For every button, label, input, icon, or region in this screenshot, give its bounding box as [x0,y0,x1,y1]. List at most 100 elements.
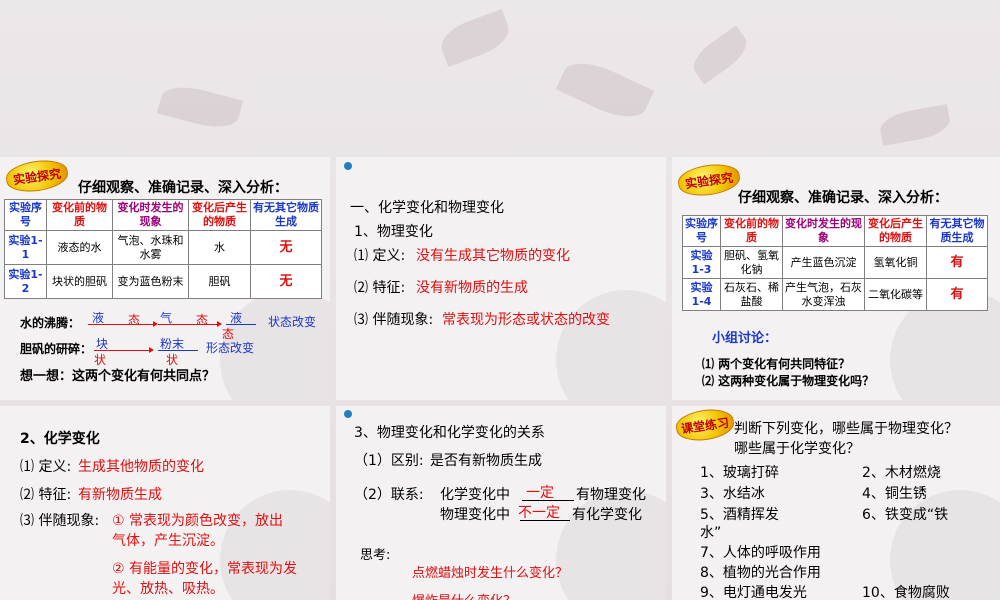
exercise-item: 7、人体的呼吸作用 [700,545,821,561]
exercise-item: 6、铁变成“铁 [862,507,949,523]
table-cell: 氢氧化铜 [864,246,927,279]
exercise-item: 1、玻璃打碎 [700,465,779,481]
exercise-item: 4、铜生锈 [862,486,927,502]
link-line-1-pre: 化学变化中 [440,487,510,503]
slide-background-shape [220,490,330,600]
phenomenon-label: ⑶ 伴随现象: [20,513,100,529]
boil-step: 态 [128,313,141,327]
slide-experiment-1[interactable]: 实验探究 仔细观察、准确记录、深入分析： 实验序号 变化前的物质 变化时发生的现… [0,157,330,400]
background-leaf [156,80,244,134]
table-header: 变化前的物质 [720,215,783,247]
table-header: 变化后产生的物质 [864,215,927,247]
boil-label: 水的沸腾： [20,316,81,330]
table-header: 有无其它物质生成 [926,215,988,247]
table-cell: 无 [250,264,322,299]
definition-value: 生成其他物质的变化 [78,459,204,475]
table-cell: 石灰石、稀盐酸 [720,278,783,311]
underline [158,350,198,351]
table-header: 变化时发生的现象 [782,215,865,247]
exercise-item: 9、电灯通电发光 [700,585,807,600]
site-logo [344,162,354,170]
experiment-table: 实验序号 变化前的物质 变化时发生的现象 变化后产生的物质 有无其它物质生成 实… [4,199,322,299]
discussion-question: ⑴ 两个变化有何共同特征？ [702,357,851,371]
slide-exercise[interactable]: 课堂练习 判断下列变化，哪些属于物理变化？ 哪些属于化学变化？ 1、玻璃打碎 2… [672,406,1000,600]
section-title: 一、化学变化和物理变化 [350,200,504,216]
slide-relationship[interactable]: 3、物理变化和化学变化的关系 （1）区别: 是否有新物质生成 （2）联系: 化学… [336,406,666,600]
table-cell: 液态的水 [46,230,113,265]
link-line-2-blank: 不一定 [518,505,560,521]
background-leaf [686,25,754,85]
feature-value: 有新物质生成 [78,487,162,503]
table-header-row: 实验序号 变化前的物质 变化时发生的现象 变化后产生的物质 有无其它物质生成 [4,199,322,231]
table-cell: 实验1-4 [682,278,721,311]
slide-heading: 仔细观察、准确记录、深入分析： [738,190,948,206]
table-cell: 水 [188,230,251,265]
table-cell: 有 [926,246,988,279]
table-header: 变化前的物质 [46,199,113,231]
arrow-icon [158,321,222,327]
background-leaf [555,52,655,128]
table-cell: 二氧化碳等 [864,278,927,311]
subsection-title: 2、化学变化 [20,431,100,447]
phenomenon-text: ② 有能量的变化，常表现为发 [112,561,298,577]
slide-experiment-2[interactable]: 实验探究 仔细观察、准确记录、深入分析： 实验序号 变化前的物质 变化时发生的现… [672,157,1000,400]
phenomenon-label: ⑶ 伴随现象: [354,312,434,328]
feature-value: 没有新物质的生成 [416,280,528,296]
link-line-2-pre: 物理变化中 [440,507,510,523]
feature-label: ⑵ 特征: [354,280,406,296]
table-header: 实验序号 [4,199,47,231]
logo-icon [344,162,352,170]
slide-chemical-change[interactable]: 2、化学变化 ⑴ 定义: 生成其他物质的变化 ⑵ 特征: 有新物质生成 ⑶ 伴随… [0,406,330,600]
exercise-item: 5、酒精挥发 [700,507,779,523]
blank-underline [520,520,570,521]
discussion-title: 小组讨论： [712,331,778,346]
grind-label: 胆矾的研碎： [20,342,93,356]
section-title: 3、物理变化和化学变化的关系 [354,425,545,441]
table-row: 实验1-1 液态的水 气泡、水珠和水雾 水 无 [4,230,322,265]
background-leaf [877,104,953,146]
slide-heading: 仔细观察、准确记录、深入分析： [78,180,288,196]
link-line-2-post: 有化学变化 [572,507,642,523]
table-cell: 产生蓝色沉淀 [782,246,865,279]
definition-value: 没有生成其它物质的变化 [416,248,570,264]
think-question: 爆炸是什么变化？ [412,590,516,600]
experiment-badge: 实验探究 [4,157,70,196]
boil-step: 态 [196,313,209,327]
link-line-1-post: 有物理变化 [576,487,646,503]
link-label: （2）联系: [354,487,424,503]
boil-result: 状态改变 [268,315,317,329]
definition-label: ⑴ 定义: [354,248,406,264]
blank-underline [522,500,574,501]
exercise-item: 3、水结冰 [700,486,765,502]
table-cell: 胆矾 [188,264,251,299]
exercise-item: 8、植物的光合作用 [700,565,821,581]
arrow-icon [88,321,158,327]
feature-label: ⑵ 特征: [20,487,72,503]
phenomenon-text: 气体，产生沉淀。 [112,533,224,549]
table-cell: 气泡、水珠和水雾 [112,230,189,265]
table-row: 实验1-4 石灰石、稀盐酸 产生气泡，石灰水变浑浊 二氧化碳等 有 [682,278,988,311]
logo-icon [344,410,352,418]
exercise-prompt: 判断下列变化，哪些属于物理变化？ [734,421,958,437]
arrow-icon [94,347,154,353]
table-header-row: 实验序号 变化前的物质 变化时发生的现象 变化后产生的物质 有无其它物质生成 [682,215,988,247]
definition-label: ⑴ 定义: [20,459,72,475]
table-header: 变化时发生的现象 [112,199,189,231]
table-cell: 胆矾、氢氧化钠 [720,246,783,279]
experiment-badge: 实验探究 [676,160,742,200]
exercise-item: 2、木材燃烧 [862,465,941,481]
think-label: 思考: [360,548,391,563]
site-logo [344,410,354,418]
phenomenon-text: 光、放热、吸热。 [112,581,224,597]
background-leaf [435,9,515,67]
table-cell: 块状的胆矾 [46,264,113,299]
grind-result: 形态改变 [206,341,255,355]
slide-background-shape [556,290,666,400]
table-row: 实验1-3 胆矾、氢氧化钠 产生蓝色沉淀 氢氧化铜 有 [682,246,988,279]
experiment-table: 实验序号 变化前的物质 变化时发生的现象 变化后产生的物质 有无其它物质生成 实… [682,215,988,311]
table-header: 变化后产生的物质 [188,199,251,231]
phenomenon-value: 常表现为形态或状态的改变 [442,312,610,328]
link-line-1-blank: 一定 [526,485,554,501]
difference-label: （1）区别: [354,453,424,469]
slide-physical-change[interactable]: 一、化学变化和物理变化 1、物理变化 ⑴ 定义: 没有生成其它物质的变化 ⑵ 特… [336,157,666,400]
